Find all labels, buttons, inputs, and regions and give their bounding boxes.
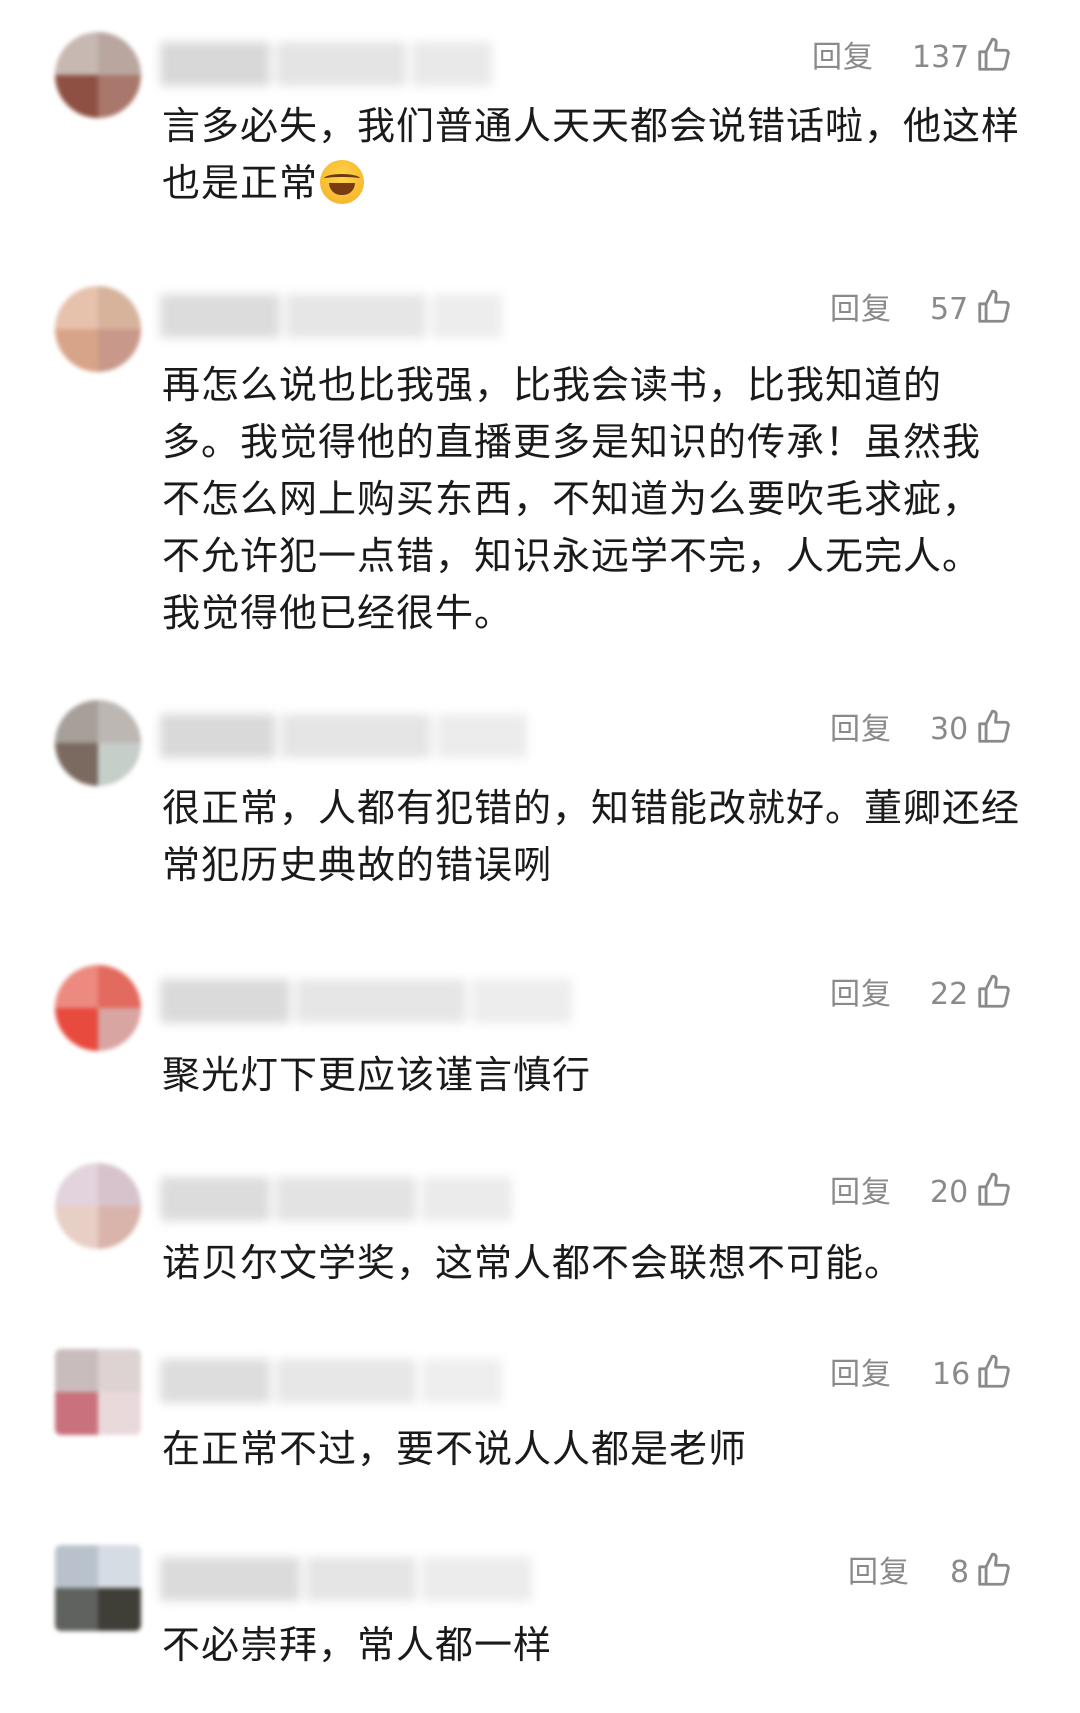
- thumbs-up-icon[interactable]: [975, 973, 1013, 1011]
- thumbs-up-icon[interactable]: [975, 1551, 1013, 1589]
- avatar[interactable]: [55, 1163, 141, 1249]
- thumbs-up-icon[interactable]: [975, 36, 1013, 74]
- comment-text: 在正常不过，要不说人人都是老师: [162, 1427, 748, 1471]
- like-count: 57: [930, 292, 969, 327]
- like-count: 137: [912, 40, 970, 75]
- username-blurred[interactable]: [160, 1359, 502, 1403]
- thumbs-up-icon[interactable]: [975, 1353, 1013, 1391]
- comment-text: 不必崇拜，常人都一样: [162, 1623, 553, 1667]
- comment-text: 聚光灯下更应该谨言慎行: [162, 1053, 592, 1097]
- thumbs-up-icon[interactable]: [975, 1171, 1013, 1209]
- username-blurred[interactable]: [160, 1557, 532, 1601]
- like-count: 30: [930, 712, 969, 747]
- comment-text: 言多必失，我们普通人天天都会说错话啦，他这样也是正常: [162, 98, 1022, 212]
- avatar[interactable]: [55, 1349, 141, 1435]
- username-blurred[interactable]: [160, 714, 527, 758]
- reply-button[interactable]: 回复: [830, 1355, 892, 1395]
- username-blurred[interactable]: [160, 42, 492, 86]
- username-blurred[interactable]: [160, 979, 572, 1023]
- comment-text: 很正常，人都有犯错的，知错能改就好。董卿还经常犯历史典故的错误咧: [162, 786, 1021, 887]
- reply-button[interactable]: 回复: [830, 975, 892, 1015]
- thumbs-up-icon[interactable]: [975, 708, 1013, 746]
- avatar[interactable]: [55, 965, 141, 1051]
- comment-body: 言多必失，我们普通人天天都会说错话啦，他这样也是正常: [162, 104, 1021, 205]
- comment-text: 诺贝尔文学奖，这常人都不会联想不可能。: [162, 1241, 904, 1285]
- avatar[interactable]: [55, 32, 141, 118]
- reply-button[interactable]: 回复: [830, 1173, 892, 1213]
- avatar[interactable]: [55, 1545, 141, 1631]
- reply-button[interactable]: 回复: [848, 1553, 910, 1593]
- avatar[interactable]: [55, 700, 141, 786]
- username-blurred[interactable]: [160, 1177, 512, 1221]
- like-count: 22: [930, 977, 969, 1012]
- comment-text: 再怎么说也比我强，比我会读书，比我知道的多。我觉得他的直播更多是知识的传承！虽然…: [162, 363, 982, 635]
- reply-button[interactable]: 回复: [830, 290, 892, 330]
- thumbs-up-icon[interactable]: [975, 288, 1013, 326]
- like-count: 20: [930, 1175, 969, 1210]
- reply-button[interactable]: 回复: [812, 38, 874, 78]
- username-blurred[interactable]: [160, 294, 502, 338]
- like-count: 8: [950, 1555, 970, 1590]
- laughing-tears-emoji-icon: [320, 160, 365, 204]
- reply-button[interactable]: 回复: [830, 710, 892, 750]
- like-count: 16: [932, 1357, 971, 1392]
- avatar[interactable]: [55, 286, 141, 372]
